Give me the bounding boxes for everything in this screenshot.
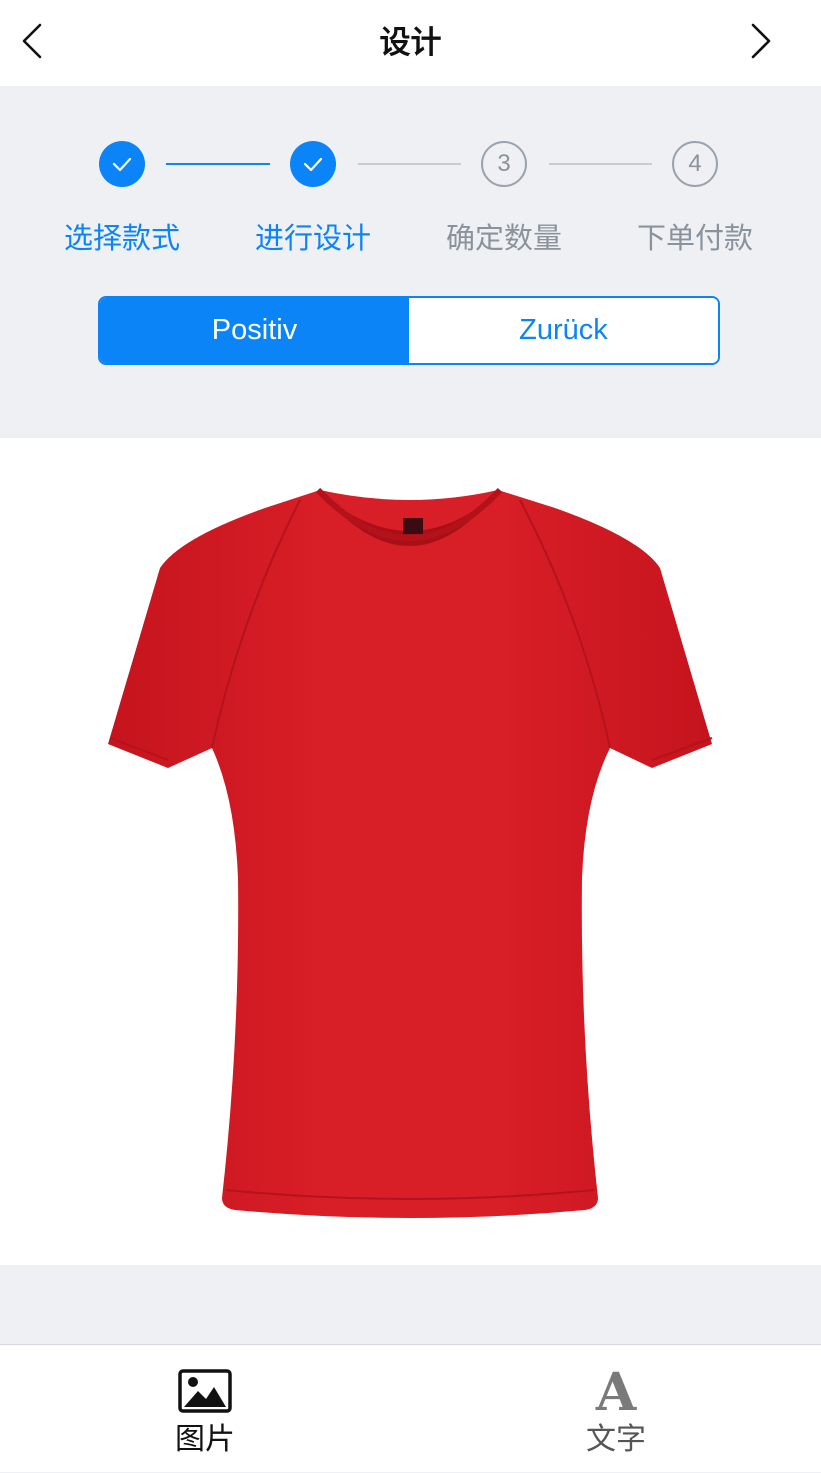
step-3-circle: 3 — [481, 141, 527, 187]
add-image-button[interactable]: 图片 — [0, 1345, 410, 1473]
chevron-right-icon — [751, 23, 771, 59]
add-text-label: 文字 — [586, 1422, 646, 1457]
bottom-toolbar: 图片 A 文字 — [0, 1344, 821, 1472]
text-icon: A — [595, 1362, 637, 1423]
step-3-number: 3 — [497, 150, 511, 177]
check-icon — [112, 157, 132, 172]
step-connector-3 — [549, 163, 652, 165]
step-connector-1 — [166, 163, 270, 165]
step-2-label: 进行设计 — [254, 221, 371, 255]
front-side-button[interactable]: Positiv — [100, 298, 409, 363]
tshirt-image — [108, 487, 713, 1218]
step-1-label: 选择款式 — [63, 221, 180, 255]
forward-button[interactable] — [737, 19, 781, 63]
check-icon — [303, 157, 323, 172]
back-side-button[interactable]: Zurück — [409, 298, 718, 363]
top-nav-bar: 设计 — [0, 0, 821, 86]
image-icon — [178, 1369, 232, 1417]
add-text-button[interactable]: A 文字 — [411, 1345, 821, 1473]
step-3-label: 确定数量 — [445, 221, 562, 255]
step-2-circle — [290, 141, 336, 187]
step-1-circle — [99, 141, 145, 187]
step-4-number: 4 — [688, 150, 702, 177]
design-canvas[interactable] — [0, 438, 821, 1265]
progress-steps: 选择款式 进行设计 3 确定数量 4 下单付款 Positiv Zurück — [0, 86, 821, 438]
step-connector-2 — [358, 163, 461, 165]
front-back-toggle: Positiv Zurück — [98, 296, 720, 365]
page-title: 设计 — [379, 25, 442, 61]
step-4-label: 下单付款 — [636, 221, 753, 255]
step-4-circle: 4 — [672, 141, 718, 187]
add-image-label: 图片 — [175, 1422, 235, 1457]
